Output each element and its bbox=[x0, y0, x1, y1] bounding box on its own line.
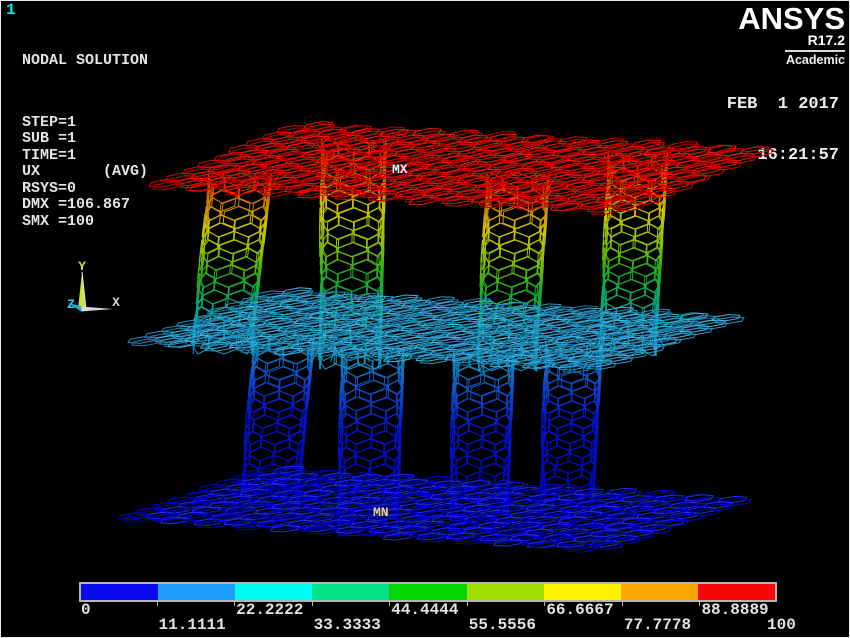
legend-tick bbox=[544, 602, 545, 606]
legend-value-label: 77.7778 bbox=[624, 618, 691, 633]
legend-value-label: 88.8889 bbox=[701, 603, 768, 618]
legend-segment bbox=[312, 584, 389, 600]
triad: Y X Z bbox=[67, 259, 120, 312]
legend-segment bbox=[235, 584, 312, 600]
triad-z-label: Z bbox=[67, 297, 75, 312]
legend-tick bbox=[234, 602, 235, 606]
legend-tick bbox=[699, 602, 700, 606]
legend-value-label: 66.6667 bbox=[546, 603, 613, 618]
legend-value-label: 0 bbox=[81, 603, 91, 618]
legend-tick bbox=[312, 602, 313, 606]
legend-segment bbox=[389, 584, 466, 600]
graphene-sheet-bottom bbox=[119, 466, 751, 552]
legend-value-label: 55.5556 bbox=[469, 618, 536, 633]
triad-y-label: Y bbox=[78, 259, 86, 274]
legend-value-label: 100 bbox=[767, 618, 796, 633]
legend-value-label: 11.1111 bbox=[159, 618, 226, 633]
legend-value-label: 44.4444 bbox=[391, 603, 458, 618]
legend-tick bbox=[622, 602, 623, 606]
legend-tick bbox=[467, 602, 468, 606]
legend-segment bbox=[467, 584, 544, 600]
contour-legend: 0 11.1111 22.2222 33.3333 44.4444 55.5556 66.6… bbox=[1, 581, 850, 638]
model-viewport[interactable]: Y X Z bbox=[1, 1, 850, 638]
triad-y-arrow bbox=[78, 272, 86, 309]
legend-tick bbox=[389, 602, 390, 606]
legend-value-label: 33.3333 bbox=[314, 618, 381, 633]
min-value-marker: MN bbox=[373, 505, 389, 520]
triad-x-label: X bbox=[112, 295, 120, 310]
ansys-graphics-window: 1 NODAL SOLUTION STEP=1SUB =1TIME=1UX (A… bbox=[0, 0, 850, 638]
legend-segment bbox=[621, 584, 698, 600]
legend-segment bbox=[158, 584, 235, 600]
legend-segment bbox=[698, 584, 775, 600]
legend-value-label: 22.2222 bbox=[236, 603, 303, 618]
triad-x-arrow bbox=[81, 307, 113, 312]
legend-segment bbox=[81, 584, 158, 600]
legend-tick bbox=[157, 602, 158, 606]
max-value-marker: MX bbox=[392, 162, 408, 177]
legend-segment bbox=[544, 584, 621, 600]
legend-color-bar bbox=[79, 582, 777, 602]
